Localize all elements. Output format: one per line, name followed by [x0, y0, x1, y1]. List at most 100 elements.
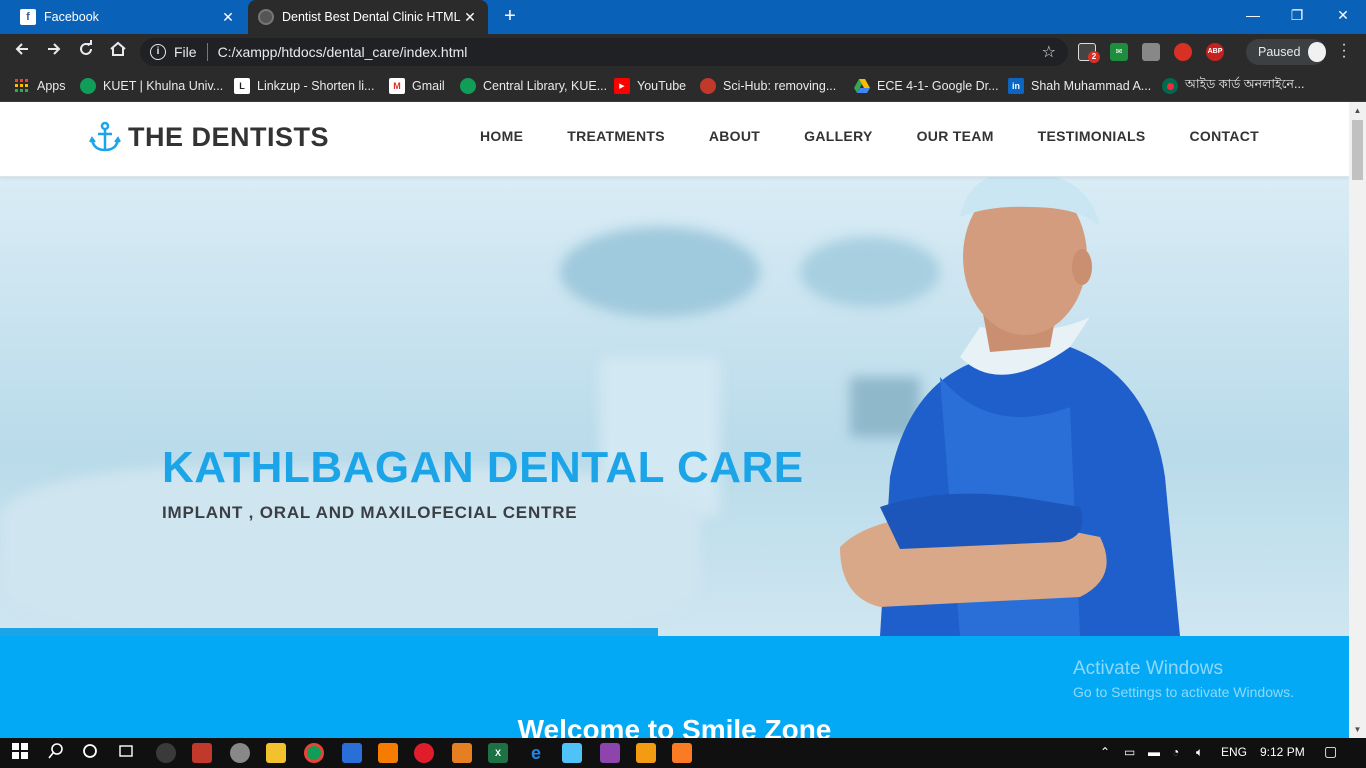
file-explorer-icon[interactable] — [266, 743, 286, 763]
bookmark-label: Shah Muhammad A... — [1031, 79, 1152, 93]
info-icon[interactable]: i — [150, 44, 166, 60]
hand-extension-icon[interactable] — [1174, 43, 1192, 61]
arrow-right-icon — [48, 43, 61, 55]
scrollbar-thumb[interactable] — [1352, 120, 1363, 180]
language-indicator[interactable]: ENG — [1221, 745, 1247, 759]
hero-banner: KATHLBAGAN DENTAL CARE IMPLANT , ORAL AN… — [0, 177, 1349, 636]
network-icon[interactable]: ▭ — [1124, 745, 1135, 759]
gmail-icon: M — [389, 78, 405, 94]
facebook-icon: f — [20, 9, 36, 25]
adblock-plus-icon[interactable]: ABP — [1206, 43, 1224, 61]
nav-contact[interactable]: CONTACT — [1190, 128, 1260, 144]
notification-icon[interactable]: ▢ — [1324, 743, 1337, 760]
close-icon[interactable]: ✕ — [220, 9, 236, 26]
volume-icon[interactable]: 🔈︎ — [1196, 745, 1203, 760]
scroll-up-arrow-icon[interactable]: ▲ — [1349, 102, 1366, 119]
scroll-down-arrow-icon[interactable]: ▼ — [1349, 721, 1366, 738]
bookmark-google-drive[interactable]: ECE 4-1- Google Dr... — [854, 76, 999, 96]
matlab-icon[interactable] — [192, 743, 212, 763]
opera-icon[interactable] — [414, 743, 434, 763]
minimize-button[interactable]: — — [1230, 0, 1276, 30]
wifi-icon[interactable]: ◔ — [1172, 745, 1179, 759]
mail-extension-icon[interactable]: ✉ — [1110, 43, 1128, 61]
bag-extension-icon[interactable] — [1142, 43, 1160, 61]
app-icon[interactable] — [378, 743, 398, 763]
sublime-icon[interactable] — [636, 743, 656, 763]
nav-home[interactable]: HOME — [480, 128, 523, 144]
forward-button[interactable] — [42, 40, 66, 64]
tab-dentist[interactable]: Dentist Best Dental Clinic HTML V ✕ — [248, 0, 488, 34]
hero-subtitle: IMPLANT , ORAL AND MAXILOFECIAL CENTRE — [162, 503, 578, 522]
home-button[interactable] — [106, 40, 130, 64]
edge-icon[interactable]: e — [526, 743, 546, 763]
tab-label: Dentist Best Dental Clinic HTML V — [282, 10, 462, 24]
excel-icon[interactable]: X — [488, 743, 508, 763]
cortana-icon[interactable] — [80, 743, 100, 763]
task-view-icon[interactable] — [116, 743, 136, 763]
bookmark-scihub[interactable]: Sci-Hub: removing... — [700, 76, 836, 96]
page-viewport: THE DENTISTS HOME TREATMENTS ABOUT GALLE… — [0, 102, 1349, 738]
extension-icon[interactable]: 2 — [1078, 43, 1100, 63]
xampp-icon[interactable] — [672, 743, 692, 763]
clock[interactable]: 9:12 PM — [1260, 745, 1305, 759]
winrar-icon[interactable] — [600, 743, 620, 763]
menu-icon[interactable]: · · · — [1338, 37, 1350, 65]
bookmark-label: KUET | Khulna Univ... — [103, 79, 224, 93]
hero-accent-bar — [0, 628, 658, 636]
app-icon[interactable] — [562, 743, 582, 763]
tab-facebook[interactable]: f Facebook ✕ — [10, 0, 246, 34]
brand-logo[interactable]: THE DENTISTS — [88, 120, 329, 154]
search-icon[interactable] — [46, 743, 66, 763]
address-bar[interactable]: i File C:/xampp/htdocs/dental_care/index… — [140, 38, 1068, 66]
app-icon[interactable] — [452, 743, 472, 763]
nav-testimonials[interactable]: TESTIMONIALS — [1038, 128, 1146, 144]
hero-title: KATHLBAGAN DENTAL CARE — [162, 443, 804, 492]
battery-icon[interactable]: ▬ — [1148, 745, 1160, 759]
browser-toolbar: i File C:/xampp/htdocs/dental_care/index… — [0, 34, 1366, 70]
app-icon[interactable] — [156, 743, 176, 763]
apps-grid-icon — [14, 78, 30, 94]
nav-our-team[interactable]: OUR TEAM — [917, 128, 994, 144]
bookmark-star-icon[interactable]: ☆ — [1042, 42, 1056, 62]
show-hidden-icons[interactable]: ⌃ — [1100, 745, 1110, 759]
app-icon[interactable] — [342, 743, 362, 763]
avatar — [1308, 42, 1326, 62]
youtube-icon: ▶ — [614, 78, 630, 94]
scihub-icon — [700, 78, 716, 94]
nav-treatments[interactable]: TREATMENTS — [567, 128, 665, 144]
profile-status: Paused — [1258, 45, 1301, 59]
nav-gallery[interactable]: GALLERY — [804, 128, 872, 144]
bookmark-linkedin[interactable]: in Shah Muhammad A... — [1008, 76, 1151, 96]
nav-about[interactable]: ABOUT — [709, 128, 760, 144]
arrow-left-icon — [15, 43, 28, 55]
watermark-title: Activate Windows — [1073, 658, 1223, 679]
bookmark-label: ECE 4-1- Google Dr... — [877, 79, 999, 93]
chrome-icon[interactable] — [304, 743, 324, 763]
globe-icon — [258, 9, 274, 25]
back-button[interactable] — [10, 40, 34, 64]
bookmarks-bar: Apps KUET | Khulna Univ... L Linkzup - S… — [0, 70, 1366, 102]
profile-button[interactable]: Paused — [1246, 39, 1326, 65]
linkzup-icon: L — [234, 78, 250, 94]
bookmark-kuet[interactable]: KUET | Khulna Univ... — [80, 76, 223, 96]
reload-button[interactable] — [74, 40, 98, 64]
windows-start-icon[interactable] — [10, 743, 30, 763]
badge-count: 2 — [1088, 51, 1100, 63]
app-icon[interactable] — [230, 743, 250, 763]
separator — [206, 43, 208, 61]
restore-button[interactable]: ❐ — [1274, 0, 1320, 30]
close-icon[interactable]: ✕ — [462, 9, 478, 26]
bookmark-id-card[interactable]: আইড কার্ড অনলাইনে... — [1162, 76, 1304, 96]
bookmark-central-library[interactable]: Central Library, KUE... — [460, 76, 607, 96]
url-text: C:/xampp/htdocs/dental_care/index.html — [217, 44, 468, 60]
google-drive-icon — [854, 78, 870, 94]
new-tab-button[interactable]: + — [498, 5, 522, 29]
watermark-subtitle: Go to Settings to activate Windows. — [1073, 684, 1294, 700]
bookmark-apps[interactable]: Apps — [14, 76, 66, 96]
url-scheme: File — [174, 44, 197, 60]
close-window-button[interactable]: ✕ — [1320, 0, 1366, 30]
bookmark-gmail[interactable]: M Gmail — [389, 76, 445, 96]
bookmark-linkzup[interactable]: L Linkzup - Shorten li... — [234, 76, 374, 96]
page-scrollbar[interactable]: ▲ ▼ — [1349, 102, 1366, 738]
bookmark-youtube[interactable]: ▶ YouTube — [614, 76, 686, 96]
